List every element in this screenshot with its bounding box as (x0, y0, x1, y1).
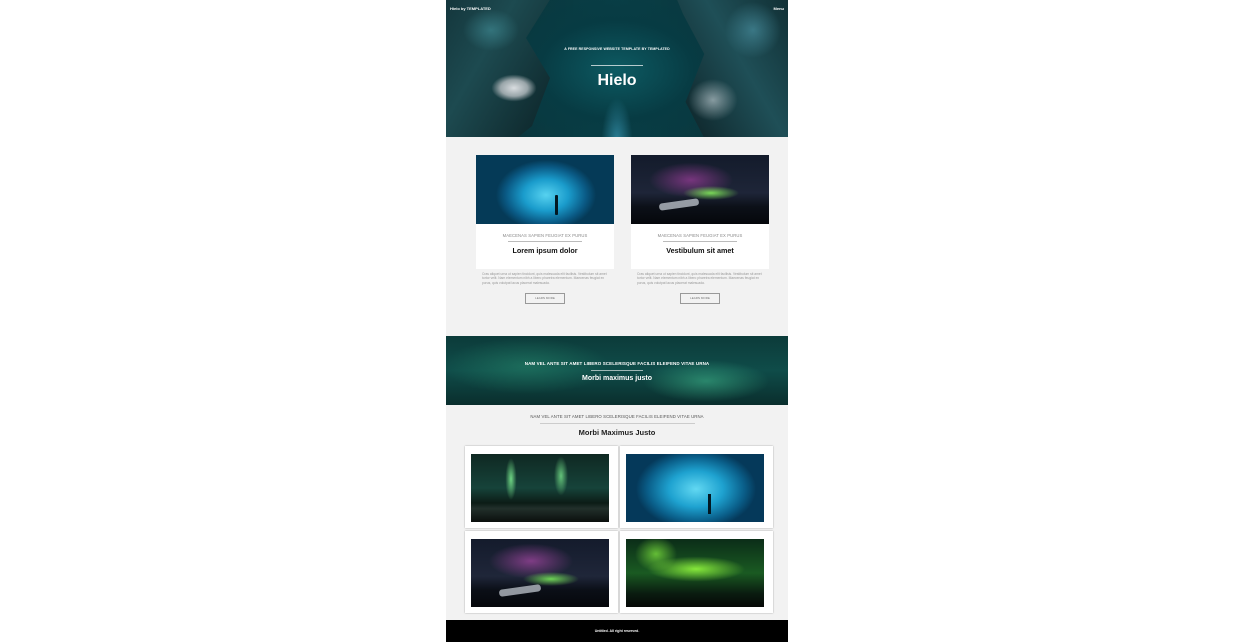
footer: Untitled. All right reserved. (446, 620, 788, 642)
gallery-divider (539, 423, 695, 424)
gallery-image-aurora-lake[interactable] (471, 454, 609, 522)
gallery-image-aurora-plane[interactable] (471, 539, 609, 607)
gallery-header: NAM VEL ANTE SIT AMET LIBERO SCELERISQUE… (446, 414, 788, 437)
card-subtitle: MAECENAS SAPIEN FEUGIAT EX PURUS (502, 233, 588, 238)
site-logo-link[interactable]: Hielo by TEMPLATED (450, 6, 491, 11)
card-title: Vestibulum sit amet (666, 246, 734, 255)
learn-more-button[interactable]: LEARN MORE (525, 292, 565, 304)
gallery-tile[interactable] (620, 531, 773, 613)
card-text: Cras aliquet urna ut sapien tincidunt, q… (482, 272, 607, 285)
hero-rock-left (446, 0, 556, 137)
card-text: Cras aliquet urna ut sapien tincidunt, q… (637, 272, 762, 285)
person-silhouette (708, 494, 711, 514)
hero-banner: Hielo by TEMPLATED Menu A FREE RESPONSIV… (446, 0, 788, 137)
card-header: MAECENAS SAPIEN FEUGIAT EX PURUS Lorem i… (476, 224, 614, 269)
hero-divider (591, 65, 643, 66)
banner-subtitle: NAM VEL ANTE SIT AMET LIBERO SCELERISQUE… (524, 361, 710, 366)
banner-title: Morbi maximus justo (581, 375, 652, 382)
hero-title: Hielo (597, 72, 637, 89)
gallery-tile[interactable] (465, 531, 618, 613)
card-image-aurora (631, 155, 769, 224)
gallery-subtitle: NAM VEL ANTE SIT AMET LIBERO SCELERISQUE… (530, 414, 704, 419)
hero-rock-right (673, 0, 788, 137)
menu-button[interactable]: Menu (774, 6, 784, 11)
cta-banner: NAM VEL ANTE SIT AMET LIBERO SCELERISQUE… (446, 336, 788, 405)
plane-wreck (658, 198, 700, 211)
card-lorem: MAECENAS SAPIEN FEUGIAT EX PURUS Lorem i… (476, 155, 614, 304)
hero-subtitle: A FREE RESPONSIVE WEBSITE TEMPLATE BY TE… (564, 47, 670, 51)
gallery-image-ice-cave[interactable] (626, 454, 764, 522)
card-divider (508, 241, 582, 242)
gallery-title: Morbi Maximus Justo (578, 428, 656, 437)
gallery-image-aurora-bright[interactable] (626, 539, 764, 607)
page: Hielo by TEMPLATED Menu A FREE RESPONSIV… (446, 0, 788, 642)
plane-wreck (498, 584, 542, 597)
card-title: Lorem ipsum dolor (512, 246, 578, 255)
card-header: MAECENAS SAPIEN FEUGIAT EX PURUS Vestibu… (631, 224, 769, 269)
learn-more-button[interactable]: LEARN MORE (680, 292, 720, 304)
gallery-tile[interactable] (465, 446, 618, 528)
card-divider (663, 241, 737, 242)
gallery-tile[interactable] (620, 446, 773, 528)
banner-divider (591, 370, 643, 371)
footer-copyright: Untitled. All right reserved. (594, 629, 640, 633)
person-silhouette (555, 195, 558, 215)
card-vestibulum: MAECENAS SAPIEN FEUGIAT EX PURUS Vestibu… (631, 155, 769, 304)
card-subtitle: MAECENAS SAPIEN FEUGIAT EX PURUS (657, 233, 743, 238)
card-image-ice-cave (476, 155, 614, 224)
